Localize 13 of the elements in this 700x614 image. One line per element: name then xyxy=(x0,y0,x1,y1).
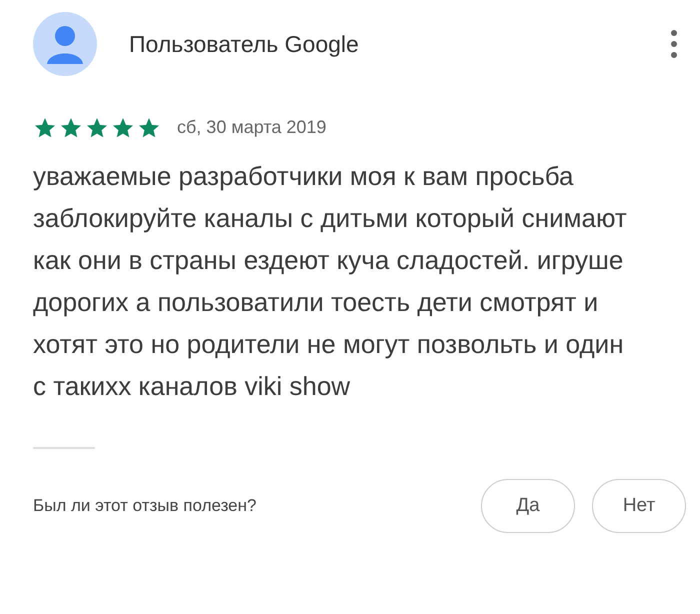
star-icon xyxy=(85,116,109,140)
review-date: сб, 30 марта 2019 xyxy=(177,116,326,139)
helpful-question: Был ли этот отзыв полезен? xyxy=(33,495,256,518)
avatar-icon xyxy=(33,12,97,76)
star-icon xyxy=(33,116,57,140)
star-icon xyxy=(111,116,135,140)
star-icon xyxy=(137,116,161,140)
author-name: Пользователь Google xyxy=(129,30,359,59)
helpful-answer-button[interactable]: Да xyxy=(481,479,575,533)
star-icon xyxy=(59,116,83,140)
helpful-answer-button[interactable]: Нет xyxy=(592,479,686,533)
more-menu-icon[interactable] xyxy=(670,29,678,59)
review-text: уважаемые разработчики моя к вам просьба заблокируйте каналы с дитьми который снимают как они в страны ездеют куча сладостей. игруше дорогих а пользоватили тоесть дети смотрят и хотят это но родители не могут позвольть и один с такихх каналов viki show xyxy=(33,160,628,403)
